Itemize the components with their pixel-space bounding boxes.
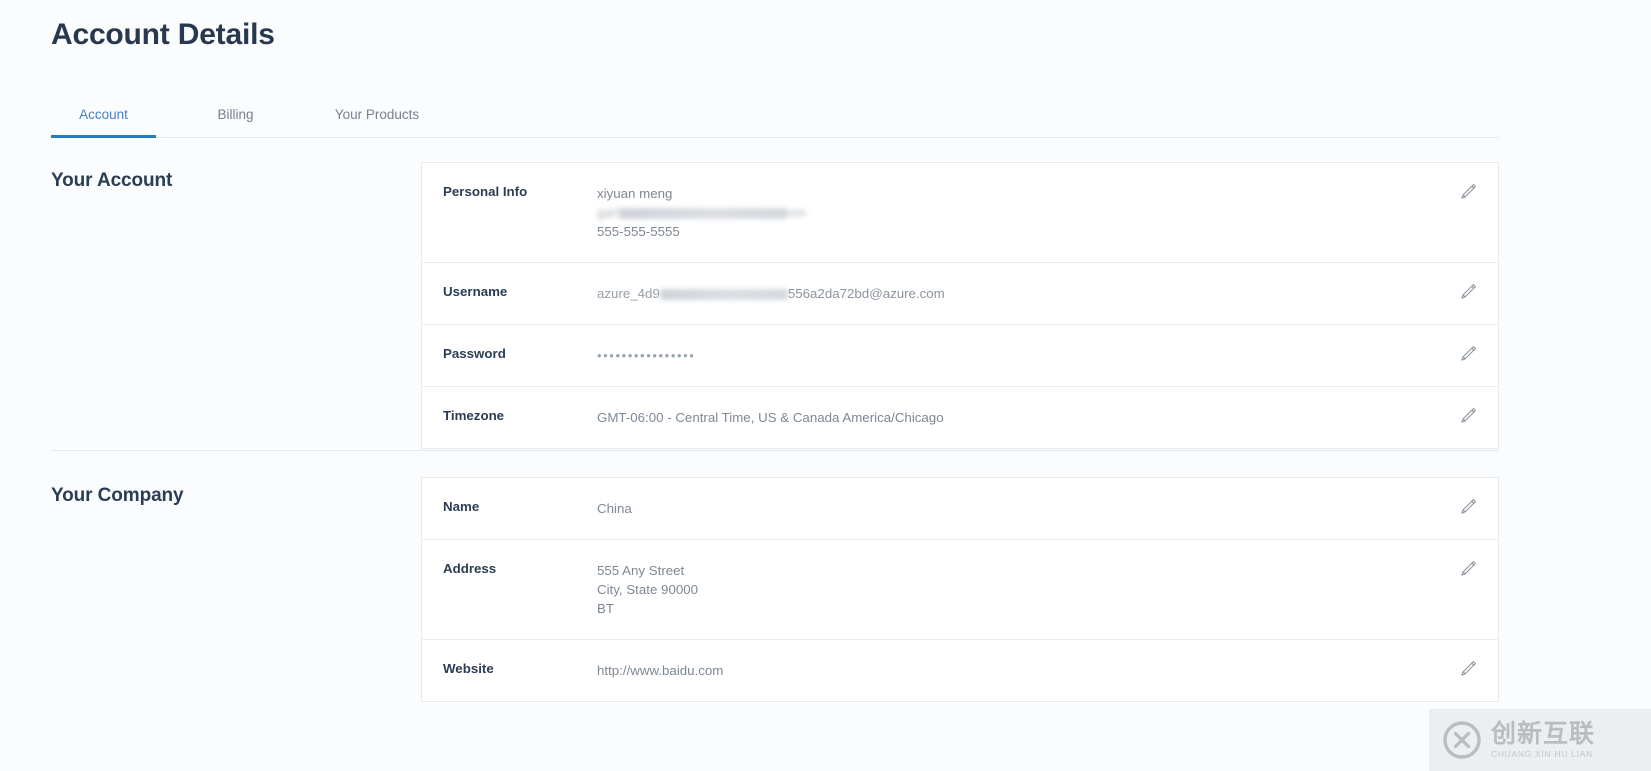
table-row: Website http://www.baidu.com	[422, 640, 1498, 701]
watermark-text: 创新互联 CHUANG XIN HU LIAN	[1491, 721, 1595, 759]
username-value: azure_4d9556a2da72bd@azure.com	[597, 284, 1408, 303]
watermark-name-cn: 创新互联	[1491, 721, 1595, 746]
table-row: Password ••••••••••••••••	[422, 325, 1498, 387]
tab-billing-label: Billing	[217, 107, 253, 122]
timezone-value: GMT-06:00 - Central Time, US & Canada Am…	[597, 408, 1408, 427]
row-label-website: Website	[422, 661, 597, 677]
table-row: Personal Info xiyuan meng garlom 555-555…	[422, 163, 1498, 263]
password-masked-value: ••••••••••••••••	[597, 346, 1408, 365]
section-divider	[51, 450, 1499, 451]
tab-account[interactable]: Account	[51, 92, 156, 137]
row-value-password: ••••••••••••••••	[597, 346, 1498, 365]
company-details-card: Name China Address 555 Any Street City,	[421, 477, 1499, 702]
row-value-username: azure_4d9556a2da72bd@azure.com	[597, 284, 1498, 303]
row-value-timezone: GMT-06:00 - Central Time, US & Canada Am…	[597, 408, 1498, 427]
section-heading-your-account: Your Account	[51, 170, 172, 192]
table-row: Timezone GMT-06:00 - Central Time, US & …	[422, 387, 1498, 448]
row-label-address: Address	[422, 561, 597, 577]
row-label-company-name: Name	[422, 499, 597, 515]
address-line-3: BT	[597, 599, 1408, 618]
website-value: http://www.baidu.com	[597, 661, 1408, 680]
row-value-address: 555 Any Street City, State 90000 BT	[597, 561, 1498, 618]
pencil-icon[interactable]	[1457, 343, 1479, 365]
cx-circle-logo-icon	[1441, 719, 1483, 761]
row-label-personal-info: Personal Info	[422, 184, 597, 200]
pencil-icon[interactable]	[1457, 496, 1479, 518]
pencil-icon[interactable]	[1457, 181, 1479, 203]
watermark: 创新互联 CHUANG XIN HU LIAN	[1429, 709, 1651, 771]
company-name-value: China	[597, 499, 1408, 518]
tab-your-products[interactable]: Your Products	[317, 92, 437, 137]
pencil-icon[interactable]	[1457, 658, 1479, 680]
row-label-password: Password	[422, 346, 597, 362]
section-heading-your-company: Your Company	[51, 485, 184, 507]
address-line-2: City, State 90000	[597, 580, 1408, 599]
watermark-name-pinyin: CHUANG XIN HU LIAN	[1491, 750, 1595, 759]
personal-info-name: xiyuan meng	[597, 184, 1408, 203]
tab-account-label: Account	[79, 107, 128, 122]
table-row: Address 555 Any Street City, State 90000…	[422, 540, 1498, 640]
pencil-icon[interactable]	[1457, 281, 1479, 303]
page-title: Account Details	[51, 18, 275, 52]
tab-bar: Account Billing Your Products	[51, 92, 1499, 138]
tab-your-products-label: Your Products	[335, 107, 419, 122]
table-row: Name China	[422, 478, 1498, 540]
address-line-1: 555 Any Street	[597, 561, 1408, 580]
table-row: Username azure_4d9556a2da72bd@azure.com	[422, 263, 1498, 325]
row-value-company-name: China	[597, 499, 1498, 518]
row-value-website: http://www.baidu.com	[597, 661, 1498, 680]
row-value-personal-info: xiyuan meng garlom 555-555-5555	[597, 184, 1498, 241]
tab-billing[interactable]: Billing	[183, 92, 288, 137]
account-details-card: Personal Info xiyuan meng garlom 555-555…	[421, 162, 1499, 449]
personal-info-email-redacted: garlom	[597, 203, 1408, 222]
row-label-timezone: Timezone	[422, 408, 597, 424]
pencil-icon[interactable]	[1457, 405, 1479, 427]
row-label-username: Username	[422, 284, 597, 300]
personal-info-phone: 555-555-5555	[597, 222, 1408, 241]
pencil-icon[interactable]	[1457, 558, 1479, 580]
